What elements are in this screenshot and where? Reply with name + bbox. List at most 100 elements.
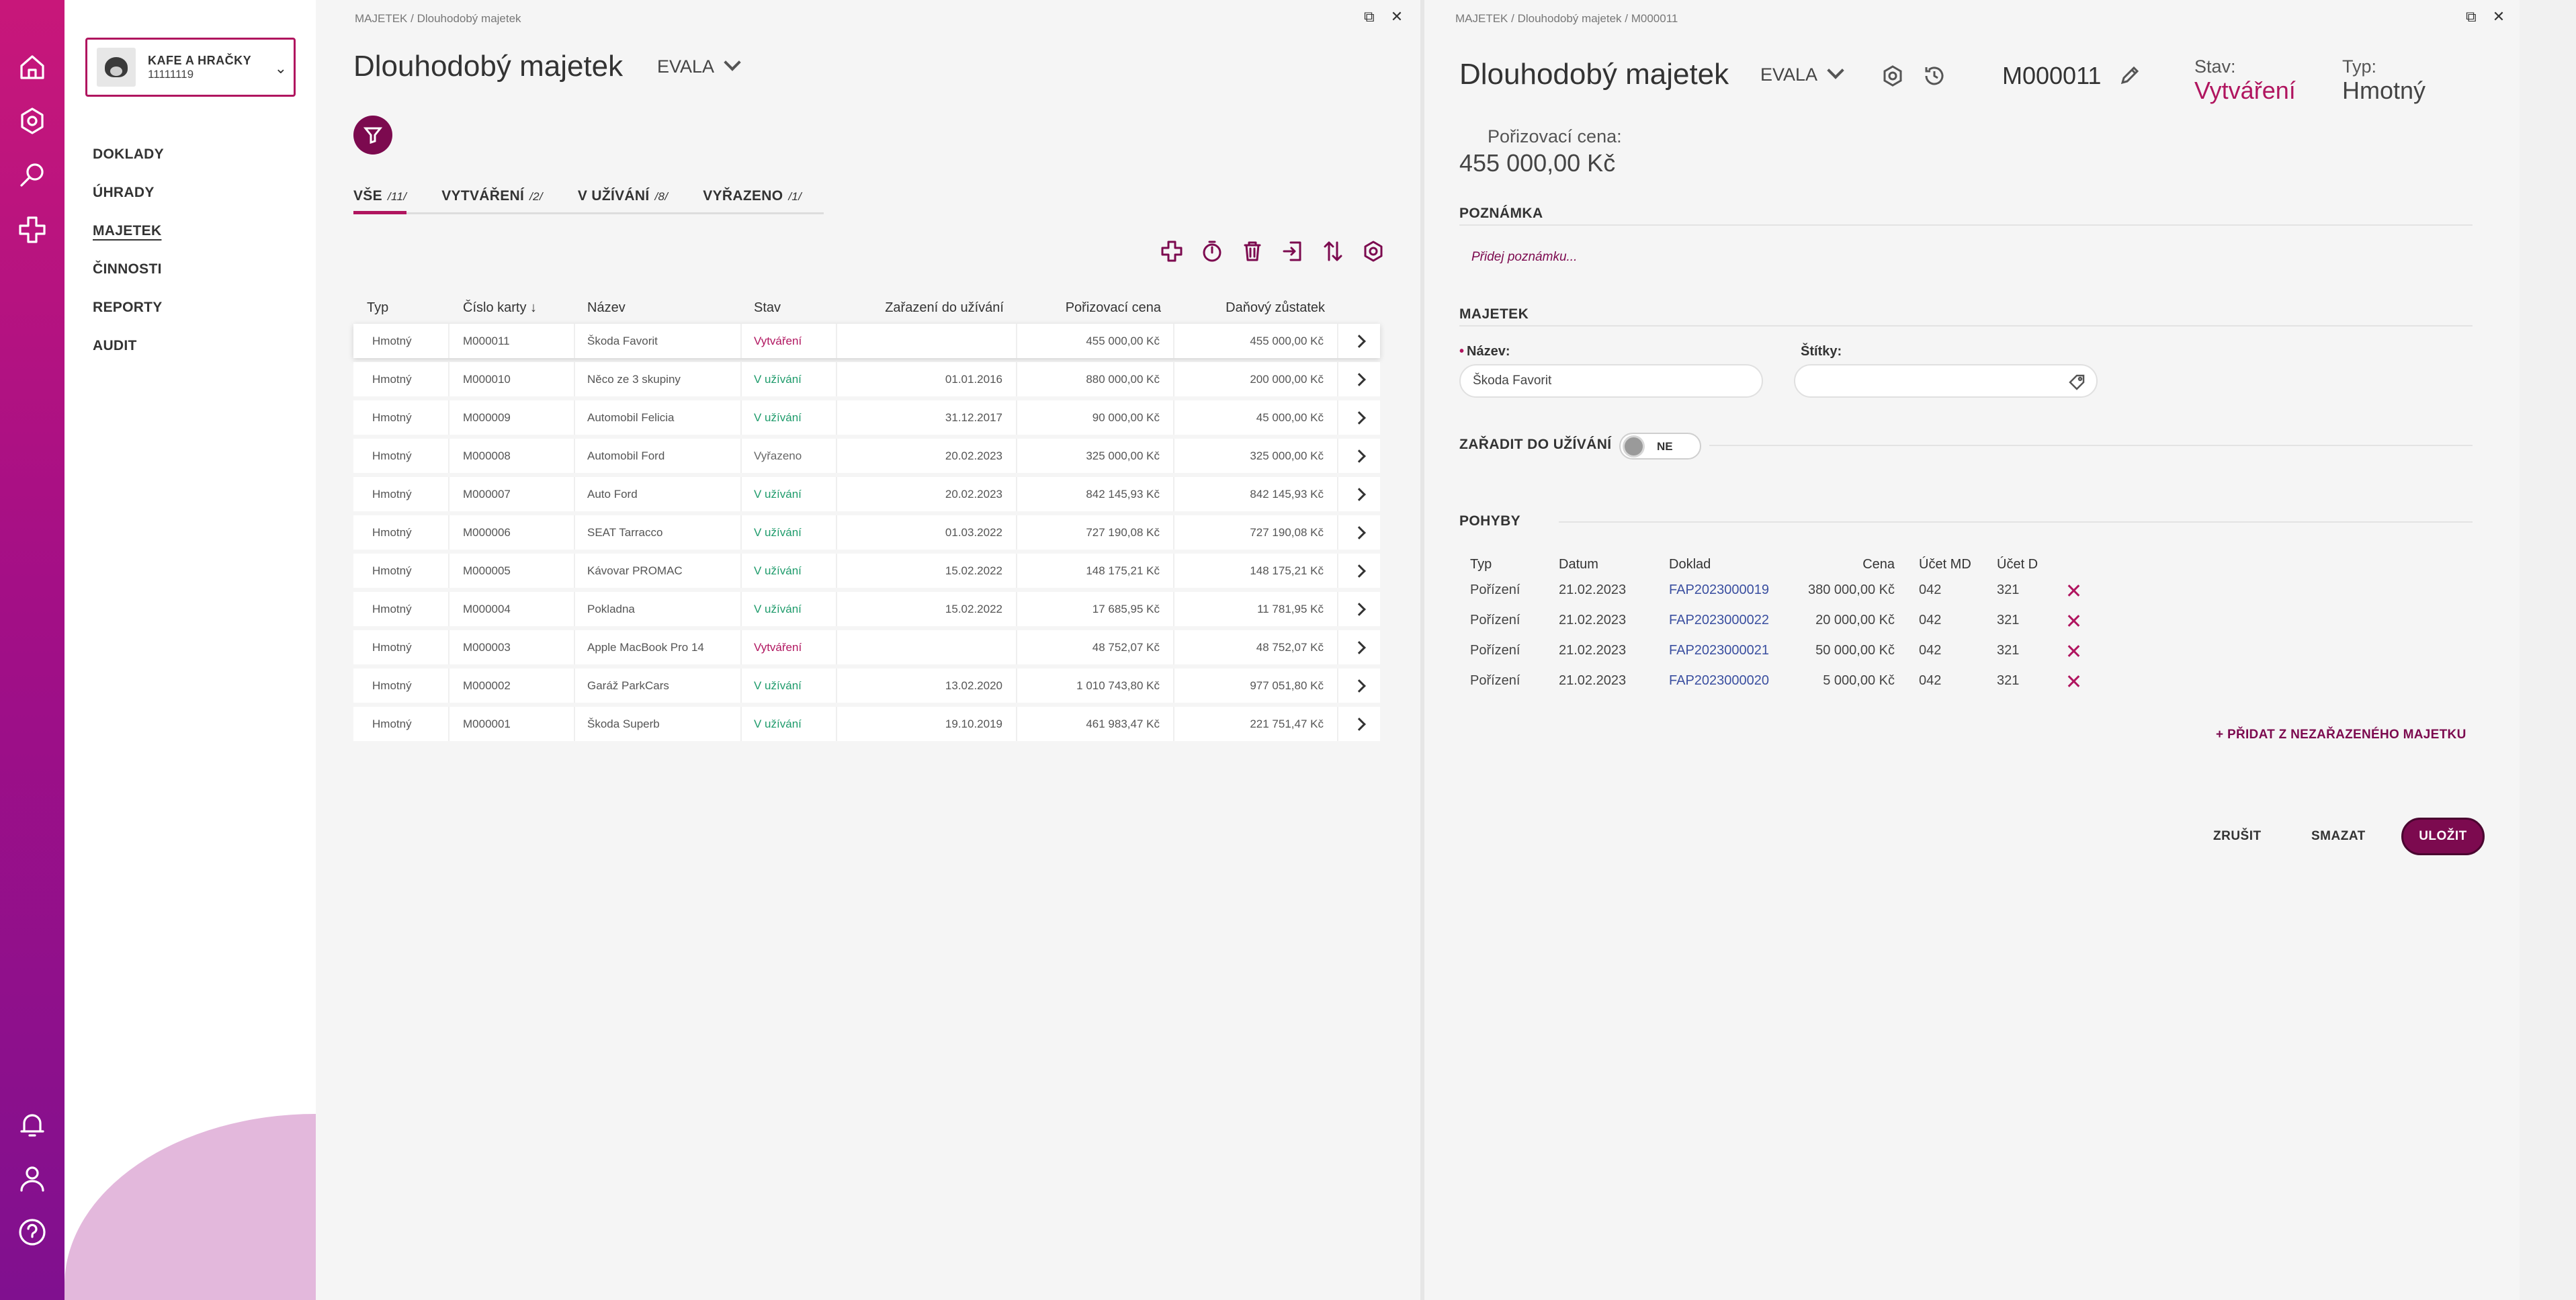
settings-icon[interactable] [1361, 239, 1385, 263]
close-icon[interactable]: ✕ [1391, 8, 1403, 26]
tag-icon[interactable] [2068, 374, 2086, 391]
row-open-button[interactable] [1338, 592, 1380, 626]
row-open-button[interactable] [1338, 439, 1380, 473]
col-cislo-karty[interactable]: Číslo karty ↓ [449, 296, 575, 320]
col-porizovaci-cena[interactable]: Pořizovací cena [1017, 296, 1174, 320]
sort-icon[interactable] [1321, 239, 1345, 263]
chevron-right-icon [1353, 640, 1366, 654]
row-open-button[interactable] [1338, 668, 1380, 703]
move-doklad-link[interactable]: FAP2023000019 [1669, 582, 1803, 598]
move-doklad-link[interactable]: FAP2023000020 [1669, 673, 1803, 689]
user-icon[interactable] [16, 1162, 48, 1195]
add-icon[interactable] [1160, 239, 1184, 263]
asset-list-panel: MAJETEK / Dlouhodobý majetek ⧉ ✕ Dlouhod… [316, 0, 1419, 1300]
nav-item-audit[interactable]: AUDIT [93, 338, 164, 354]
remove-movement-button[interactable] [2053, 583, 2094, 598]
nazev-label: • Název: [1459, 344, 1510, 359]
nazev-input[interactable]: Škoda Favorit [1459, 364, 1763, 398]
settings-icon[interactable] [1881, 64, 1905, 89]
search-icon[interactable] [16, 159, 48, 191]
table-row[interactable]: Hmotný M000005 Kávovar PROMAC V užívání 15.0… [353, 554, 1380, 588]
open-external-icon[interactable]: ⧉ [1364, 8, 1375, 26]
col-stav[interactable]: Stav [742, 296, 837, 320]
tab-vse[interactable]: VŠE/11/ [353, 188, 407, 214]
save-button[interactable]: ULOŽIT [2401, 818, 2485, 855]
bell-icon[interactable] [16, 1109, 48, 1141]
nav-item-majetek[interactable]: MAJETEK [93, 223, 164, 239]
row-open-button[interactable] [1338, 630, 1380, 664]
row-open-button[interactable] [1338, 707, 1380, 741]
cell-typ: Hmotný [353, 439, 449, 473]
table-row[interactable]: Hmotný M000008 Automobil Ford Vyřazeno 20.02… [353, 439, 1380, 473]
remove-movement-button[interactable] [2053, 644, 2094, 658]
delete-button[interactable]: SMAZAT [2311, 829, 2366, 844]
tab-vyrazeno[interactable]: VYŘAZENO/1/ [703, 188, 802, 212]
movement-row: Pořízení 21.02.2023 FAP2023000021 50 000,00… [1470, 636, 2102, 666]
row-open-button[interactable] [1338, 362, 1380, 396]
nav-item-cinnosti[interactable]: ČINNOSTI [93, 261, 164, 277]
edit-icon[interactable] [2119, 64, 2141, 86]
table-row[interactable]: Hmotný M000009 Automobil Felicia V užívání 3… [353, 400, 1380, 435]
row-open-button[interactable] [1338, 554, 1380, 588]
remove-movement-button[interactable] [2053, 674, 2094, 689]
cell-cena: 17 685,95 Kč [1017, 592, 1174, 626]
move-datum: 21.02.2023 [1559, 673, 1627, 688]
help-icon[interactable] [16, 1216, 48, 1248]
chevron-right-icon [1353, 410, 1366, 425]
ledger-dropdown[interactable]: EVALA [657, 56, 738, 77]
col-typ: Typ [1470, 556, 1492, 572]
detail-ledger-dropdown[interactable]: EVALA [1760, 64, 1842, 85]
table-row[interactable]: Hmotný M000011 Škoda Favorit Vytváření 455 0… [353, 324, 1380, 358]
nav-item-uhrady[interactable]: ÚHRADY [93, 185, 164, 201]
cell-zustatek: 200 000,00 Kč [1174, 362, 1338, 396]
table-row[interactable]: Hmotný M000010 Něco ze 3 skupiny V užívání 0… [353, 362, 1380, 396]
cell-zarazeni: 20.02.2023 [837, 477, 1017, 511]
row-open-button[interactable] [1338, 477, 1380, 511]
history-icon[interactable] [1923, 64, 1947, 89]
table-row[interactable]: Hmotný M000002 Garáž ParkCars V užívání 13.0… [353, 668, 1380, 703]
side-strip [2520, 0, 2576, 1300]
cell-typ: Hmotný [353, 630, 449, 664]
col-nazev[interactable]: Název [575, 296, 742, 320]
delete-icon[interactable] [1240, 239, 1264, 263]
table-row[interactable]: Hmotný M000006 SEAT Tarracco V užívání 01.03… [353, 515, 1380, 550]
row-open-button[interactable] [1338, 400, 1380, 435]
nav-item-reporty[interactable]: REPORTY [93, 300, 164, 316]
stitky-input[interactable] [1794, 364, 2098, 398]
depreciation-icon[interactable] [1200, 239, 1224, 263]
table-row[interactable]: Hmotný M000007 Auto Ford V užívání 20.02.202… [353, 477, 1380, 511]
move-doklad-link[interactable]: FAP2023000022 [1669, 613, 1803, 628]
asset-table: Typ Číslo karty ↓ Název Stav Zařazení do… [353, 296, 1380, 741]
movement-row: Pořízení 21.02.2023 FAP2023000020 5 000,00 … [1470, 666, 2102, 696]
move-doklad-link[interactable]: FAP2023000021 [1669, 643, 1803, 658]
close-icon[interactable]: ✕ [2493, 8, 2505, 26]
company-selector[interactable]: KAFE A HRAČKY 11111119 ⌄ [85, 38, 296, 97]
add-from-unassigned-link[interactable]: + PŘIDAT Z NEZAŘAZENÉHO MAJETKU [2216, 728, 2466, 742]
remove-movement-button[interactable] [2053, 613, 2094, 628]
zaradit-toggle[interactable]: NE [1619, 433, 1701, 460]
plus-cross-icon[interactable] [16, 214, 48, 246]
note-input[interactable]: Přidej poznámku... [1471, 250, 1577, 265]
col-typ[interactable]: Typ [353, 296, 449, 320]
table-row[interactable]: Hmotný M000001 Škoda Superb V užívání 19.10.… [353, 707, 1380, 741]
col-danovy-zustatek[interactable]: Daňový zůstatek [1174, 296, 1338, 320]
stav-label: Stav: [2194, 56, 2236, 77]
cell-cena: 461 983,47 Kč [1017, 707, 1174, 741]
row-open-button[interactable] [1338, 515, 1380, 550]
settings-icon[interactable] [16, 105, 48, 137]
open-external-icon[interactable]: ⧉ [2466, 8, 2477, 26]
cancel-button[interactable]: ZRUŠIT [2213, 829, 2262, 844]
filter-button[interactable] [353, 116, 392, 155]
cell-cena: 325 000,00 Kč [1017, 439, 1174, 473]
tab-v-uzivani[interactable]: V UŽÍVÁNÍ/8/ [578, 188, 668, 212]
row-open-button[interactable] [1338, 324, 1380, 358]
cell-nazev: Auto Ford [575, 477, 742, 511]
col-zarazeni[interactable]: Zařazení do užívání [837, 296, 1017, 320]
chevron-down-icon[interactable]: ⌄ [275, 60, 287, 77]
nav-item-doklady[interactable]: DOKLADY [93, 146, 164, 163]
table-row[interactable]: Hmotný M000003 Apple MacBook Pro 14 Vytváře… [353, 630, 1380, 664]
table-row[interactable]: Hmotný M000004 Pokladna V užívání 15.02.2022… [353, 592, 1380, 626]
tab-vytvareni[interactable]: VYTVÁŘENÍ/2/ [441, 188, 543, 212]
import-icon[interactable] [1281, 239, 1305, 263]
home-icon[interactable] [16, 51, 48, 83]
